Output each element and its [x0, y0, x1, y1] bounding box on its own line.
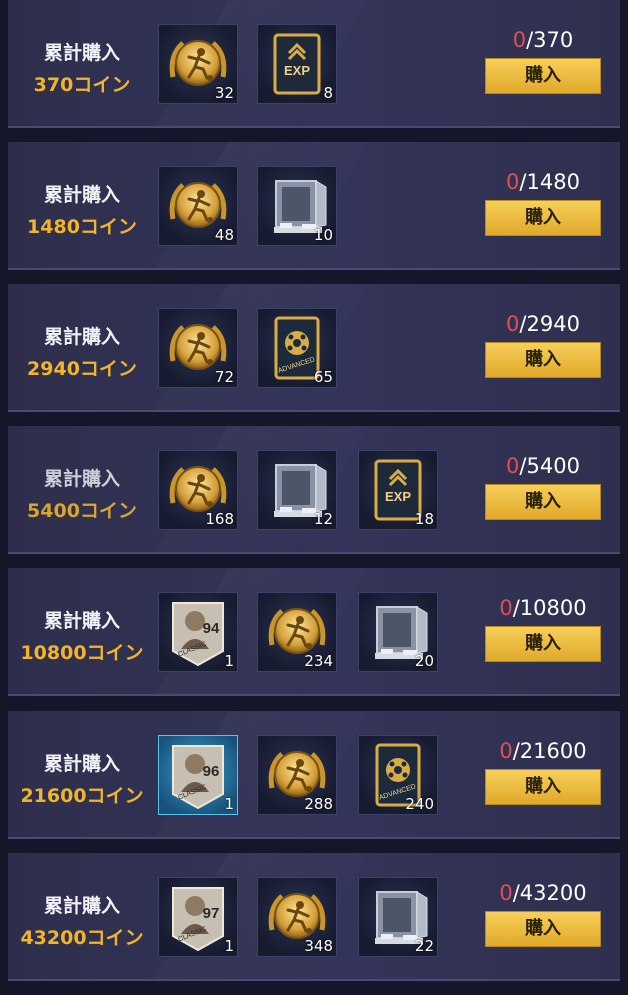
reward-row: 累計購入 43200コイン 97 CLASSIC 1 348 22 0/4320… [8, 853, 620, 981]
item-count: 1 [224, 652, 234, 670]
item-count: 288 [304, 795, 333, 813]
reward-item[interactable]: ADVANCED 65 [257, 308, 337, 388]
player-rating: 96 [203, 763, 220, 780]
progress-current: 0 [506, 312, 520, 336]
reward-item[interactable]: 12 [257, 450, 337, 530]
coin-amount: 21600コイン [20, 785, 144, 807]
reward-item[interactable]: EXP 18 [358, 450, 438, 530]
progress-current: 0 [506, 454, 520, 478]
purchase-progress: 0/370 [468, 28, 618, 52]
progress-target: /21600 [512, 739, 587, 763]
cumulative-purchase-title: 累計購入 [43, 610, 120, 632]
progress-current: 0 [499, 739, 513, 763]
purchase-progress: 0/2940 [468, 312, 618, 336]
reward-item[interactable]: 168 [158, 450, 238, 530]
reward-item[interactable]: 48 [158, 166, 238, 246]
progress-target: /1480 [519, 170, 580, 194]
item-count: 12 [313, 510, 333, 528]
purchase-progress: 0/21600 [468, 739, 618, 763]
progress-current: 0 [506, 170, 520, 194]
reward-item[interactable]: 94 CLASSIC 1 [158, 592, 238, 672]
reward-item[interactable]: 32 [158, 24, 238, 104]
coin-amount: 1480コイン [27, 216, 137, 238]
item-count: 65 [313, 368, 333, 386]
buy-button[interactable]: 購入 [485, 484, 601, 520]
purchase-progress: 0/1480 [468, 170, 618, 194]
reward-row: 累計購入 5400コイン 168 12 EXP 18 0/5400 購入 [8, 426, 620, 554]
cumulative-purchase-title: 累計購入 [43, 468, 120, 490]
reward-row: 累計購入 21600コイン 96 CLASSIC 1 288 ADVANCED … [8, 711, 620, 839]
exp-card-text: EXP [385, 489, 411, 504]
reward-row: 累計購入 1480コイン 48 10 0/1480 購入 [8, 142, 620, 270]
progress-target: /5400 [519, 454, 580, 478]
coin-amount: 5400コイン [27, 500, 137, 522]
item-count: 32 [214, 84, 234, 102]
buy-button[interactable]: 購入 [485, 58, 601, 94]
reward-item[interactable]: 97 CLASSIC 1 [158, 877, 238, 957]
cumulative-purchase-title: 累計購入 [43, 895, 120, 917]
item-count: 1 [224, 795, 234, 813]
coin-amount: 370コイン [33, 74, 131, 96]
reward-item[interactable]: 96 CLASSIC 1 [158, 735, 238, 815]
progress-target: /370 [526, 28, 574, 52]
reward-item[interactable]: EXP 8 [257, 24, 337, 104]
cumulative-purchase-title: 累計購入 [43, 753, 120, 775]
player-rating: 97 [203, 905, 220, 922]
item-count: 168 [205, 510, 234, 528]
reward-item[interactable]: ADVANCED 240 [358, 735, 438, 815]
buy-button[interactable]: 購入 [485, 626, 601, 662]
reward-row: 累計購入 370コイン 32 EXP 8 0/370 購入 [8, 0, 620, 128]
reward-row: 累計購入 2940コイン 72 ADVANCED 65 0/2940 購入 [8, 284, 620, 412]
coin-amount: 10800コイン [20, 642, 144, 664]
progress-target: /2940 [519, 312, 580, 336]
reward-item[interactable]: 20 [358, 592, 438, 672]
exp-card-text: EXP [284, 63, 310, 78]
buy-button[interactable]: 購入 [485, 200, 601, 236]
item-count: 48 [214, 226, 234, 244]
reward-item[interactable]: 288 [257, 735, 337, 815]
purchase-progress: 0/5400 [468, 454, 618, 478]
player-rating: 94 [203, 620, 220, 637]
buy-button[interactable]: 購入 [485, 911, 601, 947]
item-count: 22 [414, 937, 434, 955]
progress-current: 0 [499, 881, 513, 905]
coin-amount: 43200コイン [20, 927, 144, 949]
progress-target: /10800 [512, 596, 587, 620]
item-count: 20 [414, 652, 434, 670]
progress-current: 0 [512, 28, 527, 52]
buy-button[interactable]: 購入 [485, 769, 601, 805]
item-count: 18 [414, 510, 434, 528]
reward-item[interactable]: 234 [257, 592, 337, 672]
item-count: 1 [224, 937, 234, 955]
reward-row: 累計購入 10800コイン 94 CLASSIC 1 234 20 0/1080… [8, 568, 620, 696]
item-count: 72 [214, 368, 234, 386]
cumulative-purchase-title: 累計購入 [43, 184, 120, 206]
progress-target: /43200 [512, 881, 587, 905]
purchase-progress: 0/43200 [468, 881, 618, 905]
reward-item[interactable]: 348 [257, 877, 337, 957]
item-count: 8 [323, 84, 333, 102]
reward-item[interactable]: 72 [158, 308, 238, 388]
cumulative-purchase-title: 累計購入 [43, 42, 120, 64]
item-count: 348 [304, 937, 333, 955]
coin-amount: 2940コイン [27, 358, 137, 380]
purchase-progress: 0/10800 [468, 596, 618, 620]
reward-list: 累計購入 370コイン 32 EXP 8 0/370 購入 累計購入 1480コ… [0, 0, 628, 995]
buy-button[interactable]: 購入 [485, 342, 601, 378]
item-count: 234 [304, 652, 333, 670]
progress-current: 0 [499, 596, 513, 620]
reward-item[interactable]: 10 [257, 166, 337, 246]
cumulative-purchase-title: 累計購入 [43, 326, 120, 348]
reward-item[interactable]: 22 [358, 877, 438, 957]
item-count: 240 [405, 795, 434, 813]
item-count: 10 [313, 226, 333, 244]
